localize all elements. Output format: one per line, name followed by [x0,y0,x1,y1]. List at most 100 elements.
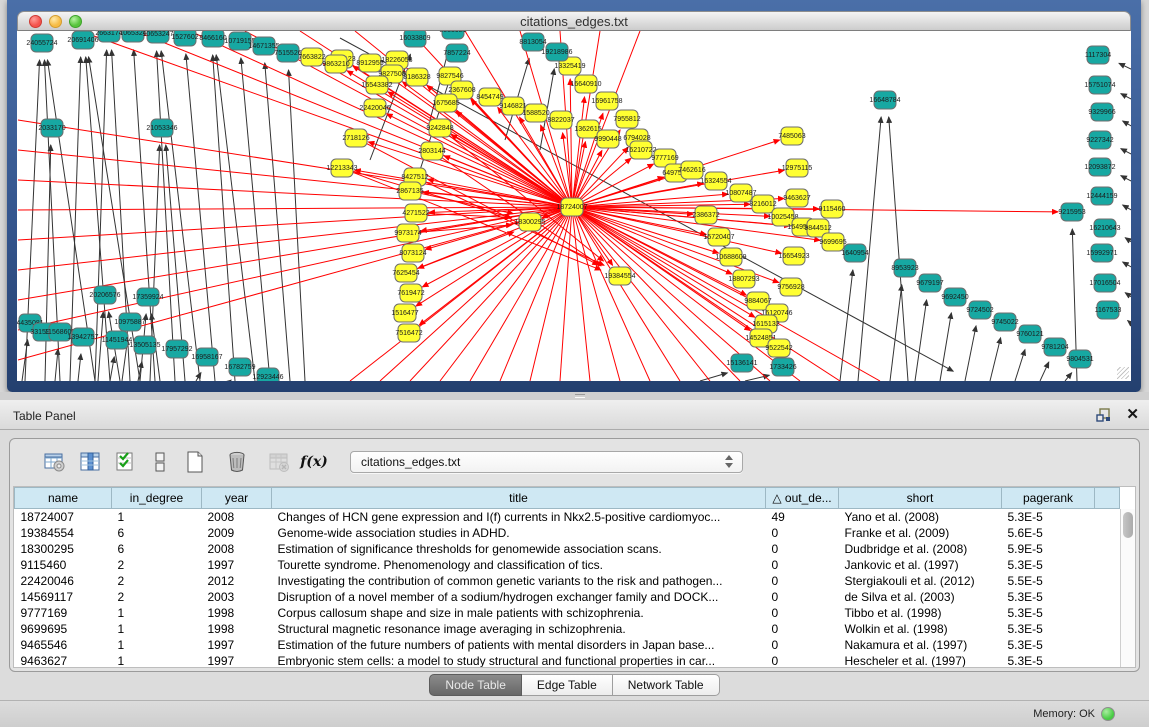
close-window-button[interactable] [29,15,42,28]
graph-node-label: 7485063 [778,133,805,140]
citation-edge[interactable] [940,313,951,381]
table-row[interactable]: 1938455462009Genome-wide association stu… [15,525,1120,541]
citation-edge[interactable] [45,145,51,381]
graph-node-label: 9745022 [991,319,1018,326]
citation-edge[interactable] [340,38,953,371]
graph-node-label: 1167533 [1095,307,1122,314]
graph-node-label: 1516477 [391,310,418,317]
table-scrollbar[interactable] [1120,509,1135,667]
citation-edge-selected[interactable] [342,168,601,270]
table-panel-body: f(x) citations_edges.txt namein_degreeye… [0,430,1149,700]
table-row[interactable]: 946362711997Embryonic stem cells: a mode… [15,653,1120,669]
citation-edge[interactable] [216,55,255,381]
table-panel-header: Table Panel ✕ [0,400,1149,430]
function-icon: f(x) [300,454,328,470]
citation-edge[interactable] [1065,373,1072,381]
table-row[interactable]: 911546021997Tourette syndrome. Phenomeno… [15,557,1120,573]
citation-edge[interactable] [78,354,81,381]
cell-short: Dudbridge et al. (2008) [839,541,1002,557]
citation-edge[interactable] [241,58,270,381]
citation-edge[interactable] [110,357,114,381]
citation-edge[interactable] [1123,121,1131,127]
column-header-name[interactable]: name [15,488,112,509]
citation-edge[interactable] [265,63,290,381]
citation-edge[interactable] [965,326,976,381]
citation-edge[interactable] [1128,320,1131,325]
graph-node-label: 8454749 [476,94,503,101]
citation-edge[interactable] [990,338,1001,381]
tab-network-table[interactable]: Network Table [613,674,720,696]
table-row[interactable]: 969969511998Structural magnetic resonanc… [15,621,1120,637]
column-header-in_degree[interactable]: in_degree [112,488,202,509]
column-header-title[interactable]: title [272,488,766,509]
graph-node-label: 9724502 [966,307,993,314]
citation-edge[interactable] [55,349,58,381]
delete-table-button[interactable] [266,449,292,475]
column-header-out_degree[interactable]: △ out_de... [766,488,839,509]
delete-column-button[interactable] [224,449,250,475]
column-header-short[interactable]: short [839,488,1002,509]
citation-edge-selected[interactable] [572,207,680,381]
graph-node-label: 19384554 [604,273,635,280]
graph-node-label: 12213343 [326,165,357,172]
citation-edge[interactable] [1125,238,1131,243]
cell-out_degree: 0 [766,653,839,669]
citation-edge[interactable] [157,51,175,381]
citation-edge[interactable] [230,380,231,381]
citation-edge[interactable] [186,54,215,381]
table-row[interactable]: 1456911722003Disruption of a novel membe… [15,589,1120,605]
scrollbar-thumb[interactable] [1123,512,1133,538]
memory-ok-icon[interactable] [1101,707,1115,721]
cell-in_degree: 2 [112,573,202,589]
column-header-year[interactable]: year [202,488,272,509]
tab-node-table[interactable]: Node Table [429,674,522,696]
citation-edge[interactable] [289,70,305,381]
float-panel-icon[interactable] [1096,407,1112,423]
table-row[interactable]: 1872400712008Changes of HCN gene express… [15,509,1120,525]
table-row[interactable]: 1830029562008Estimation of significance … [15,541,1120,557]
graph-node-label: 8813054 [519,39,546,46]
tab-edge-table[interactable]: Edge Table [522,674,613,696]
cell-in_degree: 1 [112,621,202,637]
function-builder-button[interactable]: f(x) [301,449,327,475]
window-titlebar[interactable]: citations_edges.txt [17,11,1131,31]
select-columns-button[interactable] [112,449,138,475]
citation-edge-selected[interactable] [572,207,590,381]
table-mode-button[interactable] [42,449,68,475]
citation-edge[interactable] [1015,350,1025,381]
citation-edge[interactable] [1123,262,1131,268]
table-row[interactable]: 977716911998Corpus callosum shape and si… [15,605,1120,621]
citation-edge[interactable] [95,50,107,381]
citation-edge[interactable] [1040,362,1049,381]
row-height-button[interactable] [147,449,173,475]
citation-edge[interactable] [890,285,902,381]
citation-edge[interactable] [1125,293,1131,298]
minimize-window-button[interactable] [49,15,62,28]
citation-edge[interactable] [1123,205,1131,211]
column-header-pagerank[interactable]: pagerank [1002,488,1095,509]
citation-edge[interactable] [1121,149,1131,155]
citation-edge[interactable] [915,300,927,381]
citation-edge[interactable] [1121,94,1131,100]
network-canvas[interactable]: 8860123891295518226058982750816543382818… [17,31,1131,381]
citation-edge[interactable] [98,312,103,381]
canvas-resize-grip[interactable] [1117,367,1129,379]
panel-splitter[interactable] [0,392,1149,400]
citation-edge[interactable] [213,55,235,381]
citation-edge[interactable] [1119,63,1131,70]
graph-node-label: 16543382 [361,82,392,89]
show-columns-button[interactable] [77,449,103,475]
graph-node-label: 12093872 [1084,164,1115,171]
citation-edge-selected[interactable] [470,207,572,381]
create-column-button[interactable] [182,449,208,475]
zoom-window-button[interactable] [69,15,82,28]
table-selector-dropdown[interactable]: citations_edges.txt [350,451,743,473]
graph-node-label: 7955812 [613,116,640,123]
graph-node-label: 7619472 [397,290,424,297]
table-row[interactable]: 946554611997Estimation of the future num… [15,637,1120,653]
citation-edge[interactable] [745,375,769,381]
table-row[interactable]: 2242004622012Investigating the contribut… [15,573,1120,589]
citation-graph[interactable]: 8860123891295518226058982750816543382818… [17,31,1131,381]
close-panel-icon[interactable]: ✕ [1126,407,1139,423]
citation-edge[interactable] [1121,176,1131,182]
